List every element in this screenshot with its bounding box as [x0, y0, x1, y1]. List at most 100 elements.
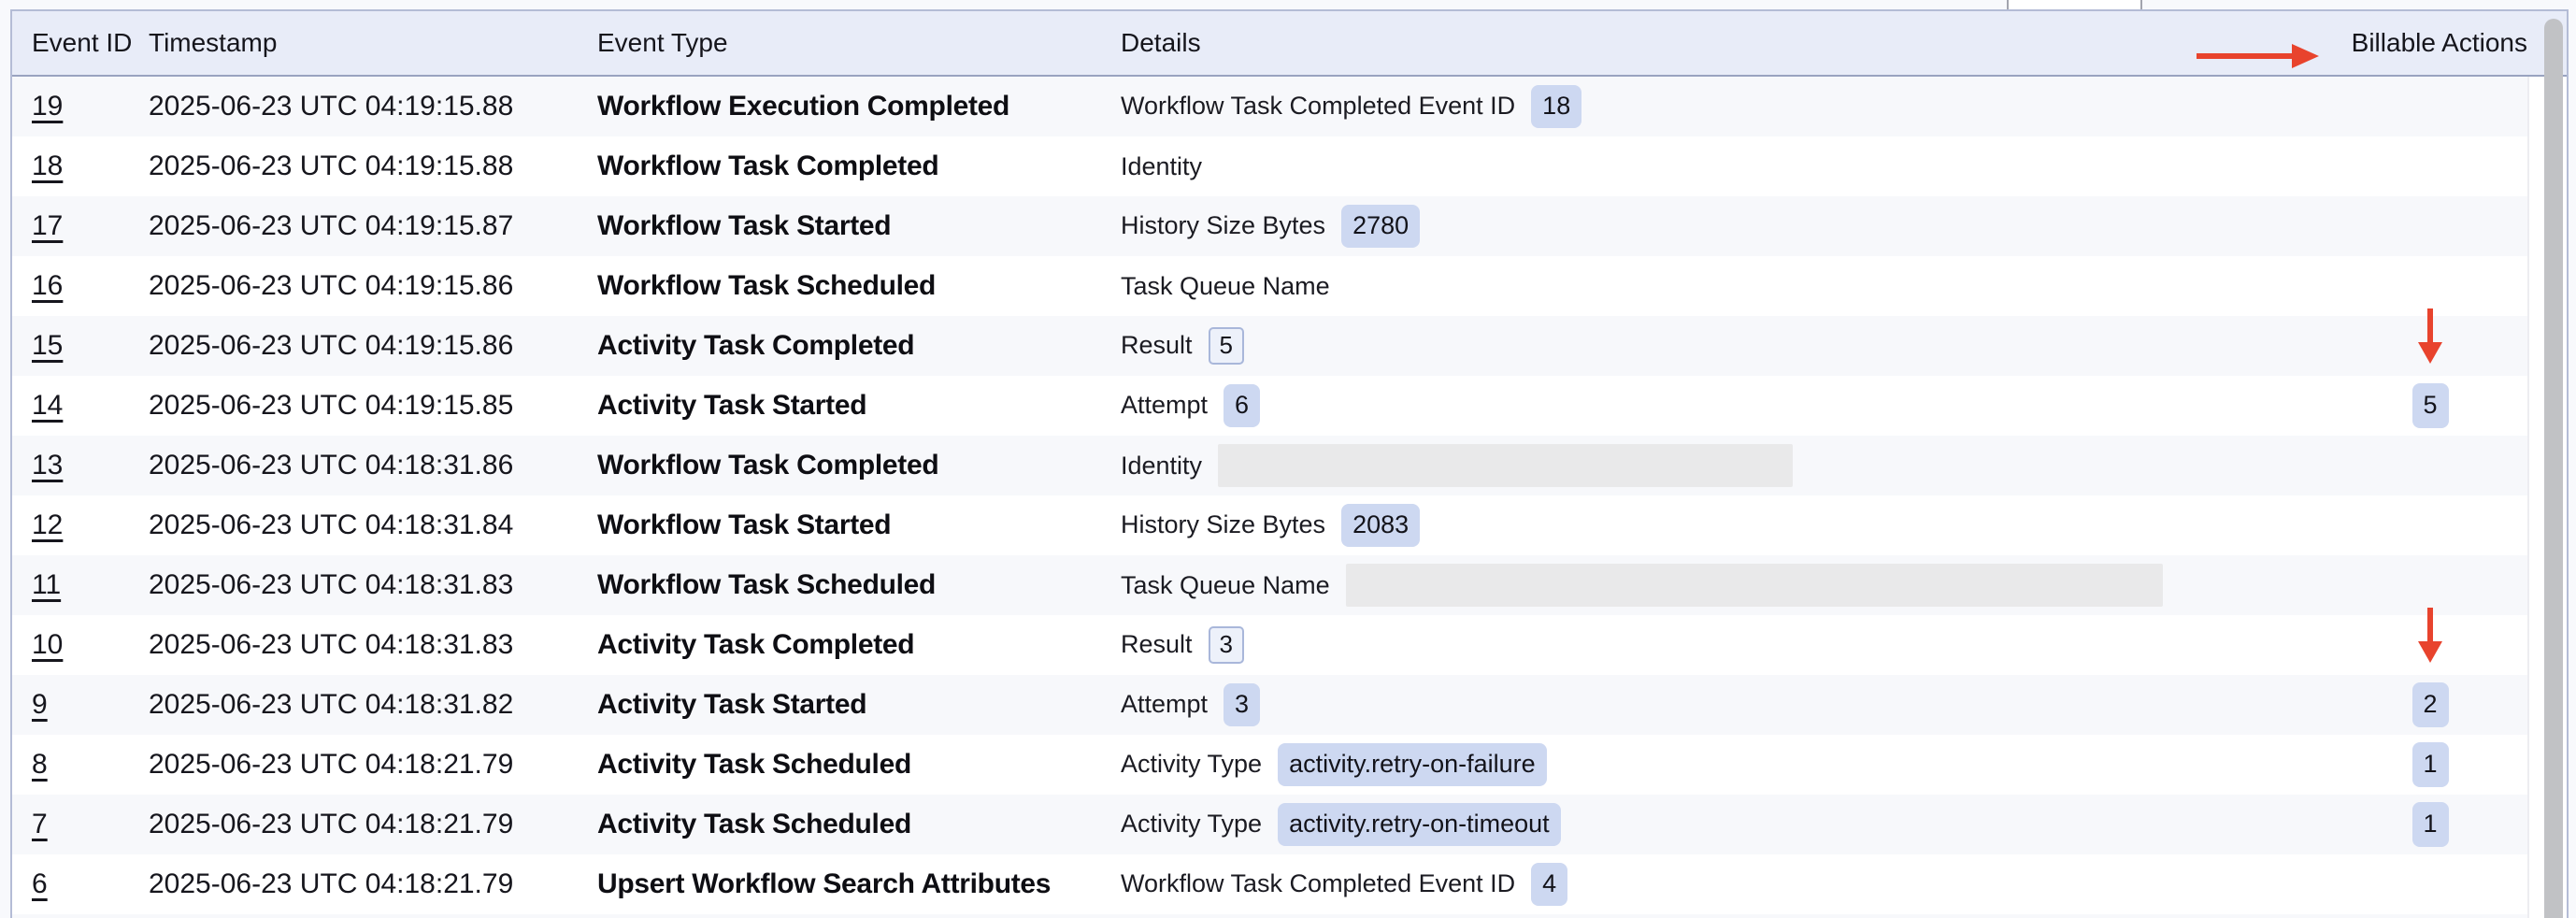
detail-value-badge: 4 [1531, 863, 1567, 905]
event-id-link[interactable]: 16 [32, 270, 63, 301]
event-type-cell: Workflow Execution Completed [597, 91, 1121, 122]
detail-label: Task Queue Name [1121, 571, 1330, 600]
detail-label: Activity Type [1121, 810, 1262, 839]
detail-value-badge: 18 [1531, 85, 1581, 127]
detail-label: Identity [1121, 152, 1202, 181]
billable-actions-cell [2332, 136, 2528, 196]
timestamp-cell: 2025-06-23 UTC 04:18:31.83 [149, 629, 597, 661]
billable-actions-cell [2332, 854, 2528, 914]
billable-actions-badge: 5 [2412, 383, 2449, 427]
detail-label: Result [1121, 630, 1193, 659]
redacted-value-box [1218, 444, 1793, 487]
details-cell: Task Queue Name [1121, 564, 2332, 607]
table-row[interactable]: 18 2025-06-23 UTC 04:19:15.88 Workflow T… [12, 136, 2528, 196]
billable-actions-badge: 1 [2412, 802, 2449, 846]
event-id-link[interactable]: 18 [32, 151, 63, 181]
scrollbar-thumb[interactable] [2544, 19, 2563, 918]
event-id-cell: 7 [12, 809, 149, 840]
header-timestamp: Timestamp [149, 28, 597, 58]
detail-label: Result [1121, 331, 1193, 360]
table-row[interactable]: 10 2025-06-23 UTC 04:18:31.83 Activity T… [12, 615, 2528, 675]
detail-value-badge: 2780 [1341, 205, 1420, 247]
event-id-cell: 10 [12, 629, 149, 661]
redacted-value-box [1346, 564, 2163, 607]
event-type-cell: Activity Task Scheduled [597, 809, 1121, 840]
detail-label: Workflow Task Completed Event ID [1121, 869, 1515, 898]
table-row[interactable]: 17 2025-06-23 UTC 04:19:15.87 Workflow T… [12, 196, 2528, 256]
header-event-type: Event Type [597, 28, 1121, 58]
table-row[interactable]: 13 2025-06-23 UTC 04:18:31.86 Workflow T… [12, 436, 2528, 495]
event-id-cell: 18 [12, 151, 149, 182]
detail-value-badge: 5 [1209, 327, 1244, 365]
details-cell: History Size Bytes 2083 [1121, 504, 2332, 546]
event-id-cell: 8 [12, 749, 149, 781]
annotation-arrow-down-icon [2416, 606, 2444, 664]
timestamp-cell: 2025-06-23 UTC 04:18:31.86 [149, 450, 597, 481]
event-type-cell: Workflow Task Started [597, 210, 1121, 242]
details-cell: Task Queue Name [1121, 272, 2332, 301]
billable-actions-cell [2332, 196, 2528, 256]
details-cell: Activity Type activity.retry-on-timeout [1121, 803, 2332, 845]
event-id-link[interactable]: 13 [32, 450, 63, 481]
details-cell: Identity [1121, 152, 2332, 181]
event-id-link[interactable]: 9 [32, 689, 48, 720]
table-row[interactable]: 19 2025-06-23 UTC 04:19:15.88 Workflow E… [12, 77, 2528, 136]
billable-actions-cell: 1 [2332, 795, 2528, 854]
detail-label: Workflow Task Completed Event ID [1121, 92, 1515, 121]
scrollbar-gutter-divider [2527, 77, 2529, 918]
details-cell: Attempt 3 [1121, 683, 2332, 725]
billable-actions-cell [2332, 77, 2528, 136]
table-row[interactable]: 15 2025-06-23 UTC 04:19:15.86 Activity T… [12, 316, 2528, 376]
event-id-link[interactable]: 11 [32, 569, 61, 600]
timestamp-cell: 2025-06-23 UTC 04:18:31.83 [149, 569, 597, 601]
billable-actions-cell: 1 [2332, 735, 2528, 795]
timestamp-cell: 2025-06-23 UTC 04:18:21.79 [149, 749, 597, 781]
event-id-cell: 19 [12, 91, 149, 122]
event-id-link[interactable]: 8 [32, 749, 48, 780]
header-billable-actions: Billable Actions [2331, 28, 2527, 58]
details-cell: Result 5 [1121, 327, 2332, 365]
table-row[interactable]: 6 2025-06-23 UTC 04:18:21.79 Upsert Work… [12, 854, 2528, 914]
billable-actions-cell [2332, 316, 2528, 376]
timestamp-cell: 2025-06-23 UTC 04:19:15.86 [149, 270, 597, 302]
event-id-link[interactable]: 15 [32, 330, 63, 361]
table-row[interactable]: 11 2025-06-23 UTC 04:18:31.83 Workflow T… [12, 555, 2528, 615]
table-row[interactable]: 9 2025-06-23 UTC 04:18:31.82 Activity Ta… [12, 675, 2528, 735]
table-row[interactable]: 12 2025-06-23 UTC 04:18:31.84 Workflow T… [12, 495, 2528, 555]
event-type-cell: Activity Task Completed [597, 330, 1121, 362]
timestamp-cell: 2025-06-23 UTC 04:19:15.88 [149, 91, 597, 122]
table-row[interactable]: 8 2025-06-23 UTC 04:18:21.79 Activity Ta… [12, 735, 2528, 795]
table-row[interactable]: 16 2025-06-23 UTC 04:19:15.86 Workflow T… [12, 256, 2528, 316]
event-id-link[interactable]: 17 [32, 210, 63, 241]
table-row[interactable]: 7 2025-06-23 UTC 04:18:21.79 Activity Ta… [12, 795, 2528, 854]
detail-label: Identity [1121, 452, 1202, 481]
event-type-cell: Workflow Task Completed [597, 151, 1121, 182]
event-type-cell: Activity Task Scheduled [597, 749, 1121, 781]
details-cell: Identity [1121, 444, 2332, 487]
event-type-cell: Upsert Workflow Search Attributes [597, 868, 1121, 900]
detail-label: Activity Type [1121, 750, 1262, 779]
detail-label: Task Queue Name [1121, 272, 1330, 301]
details-cell: Workflow Task Completed Event ID 18 [1121, 85, 2332, 127]
event-id-cell: 15 [12, 330, 149, 362]
event-id-link[interactable]: 6 [32, 868, 48, 899]
event-id-cell: 12 [12, 509, 149, 541]
event-history-table: Event ID Timestamp Event Type Details Bi… [10, 9, 2569, 918]
event-id-link[interactable]: 19 [32, 91, 63, 122]
event-id-cell: 14 [12, 390, 149, 422]
detail-label: History Size Bytes [1121, 510, 1325, 539]
billable-actions-cell [2332, 555, 2528, 615]
event-id-link[interactable]: 14 [32, 390, 63, 421]
event-id-link[interactable]: 10 [32, 629, 63, 660]
billable-actions-cell [2332, 436, 2528, 495]
table-row[interactable]: 14 2025-06-23 UTC 04:19:15.85 Activity T… [12, 376, 2528, 436]
event-id-link[interactable]: 7 [32, 809, 48, 839]
partial-next-row [12, 914, 2528, 918]
event-type-cell: Activity Task Started [597, 390, 1121, 422]
timestamp-cell: 2025-06-23 UTC 04:19:15.88 [149, 151, 597, 182]
event-id-link[interactable]: 12 [32, 509, 63, 540]
timestamp-cell: 2025-06-23 UTC 04:18:31.84 [149, 509, 597, 541]
detail-value-badge: 6 [1224, 384, 1260, 426]
event-type-cell: Workflow Task Scheduled [597, 270, 1121, 302]
event-id-cell: 16 [12, 270, 149, 302]
